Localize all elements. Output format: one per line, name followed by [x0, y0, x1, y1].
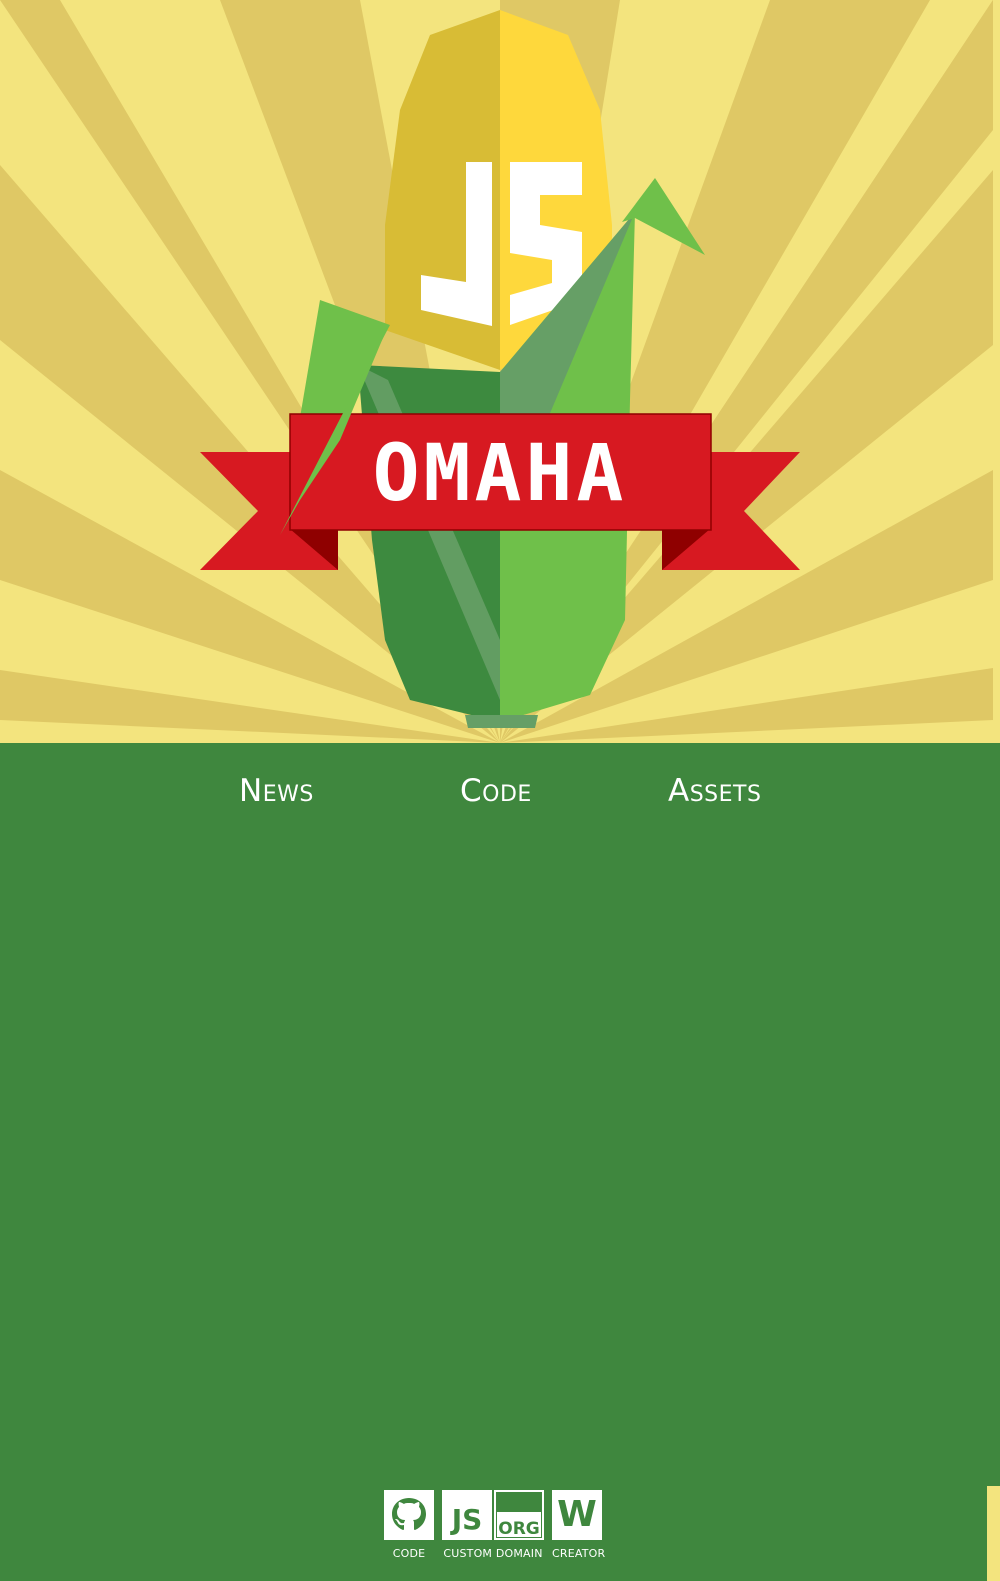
svg-text:JS: JS — [450, 1503, 483, 1536]
main-content-area — [0, 743, 1000, 1581]
omaha-banner-text: OMAHA — [373, 429, 628, 519]
footer-creator-label: CREATOR — [552, 1547, 606, 1560]
footer-creator-link[interactable]: W CREATOR — [552, 1490, 606, 1560]
nav-link-news[interactable]: News — [239, 772, 314, 810]
js-org-icon: JS ORG — [442, 1490, 544, 1540]
footer-custom-domain-label: CUSTOM DOMAIN — [443, 1547, 543, 1560]
main-nav: News Code Assets — [0, 772, 1000, 816]
footer-code-label: CODE — [392, 1547, 426, 1560]
footer: CODE JS ORG CUSTOM DOMAIN W CREATOR — [0, 1490, 1000, 1570]
nav-link-code[interactable]: Code — [460, 772, 532, 810]
svg-text:ORG: ORG — [498, 1519, 540, 1539]
side-tab — [987, 1486, 1000, 1581]
w-letter-icon: W — [552, 1490, 602, 1540]
footer-custom-domain-link[interactable]: JS ORG CUSTOM DOMAIN — [442, 1490, 544, 1560]
nav-link-assets[interactable]: Assets — [668, 772, 761, 810]
github-icon — [384, 1490, 434, 1540]
footer-code-link[interactable]: CODE — [384, 1490, 434, 1560]
hero-banner: OMAHA — [0, 0, 1000, 743]
omaha-js-logo: OMAHA — [200, 10, 800, 728]
